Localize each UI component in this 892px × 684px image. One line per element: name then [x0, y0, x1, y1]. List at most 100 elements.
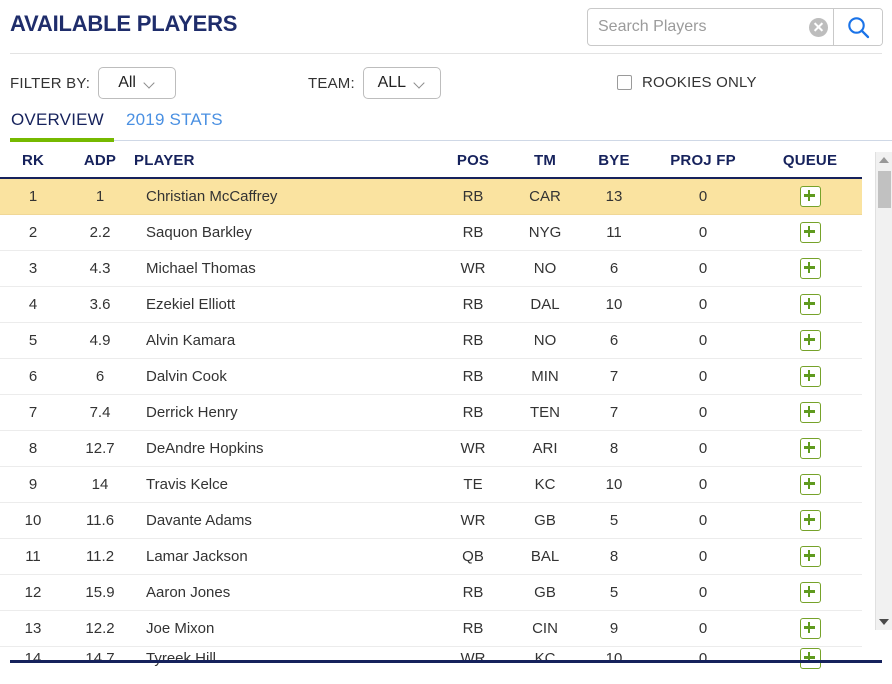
cell-bye: 10	[605, 650, 623, 667]
search-input[interactable]	[588, 9, 803, 45]
table-row[interactable]: 3 4.3 Michael Thomas WR NO 6 0	[0, 250, 862, 287]
cell-rk: 3	[0, 250, 66, 287]
search-icon	[847, 16, 869, 38]
table-scrollbar[interactable]	[875, 152, 892, 630]
cell-tm: TEN	[510, 394, 580, 431]
column-header-adp[interactable]: ADP	[66, 152, 134, 179]
table-row[interactable]: 5 4.9 Alvin Kamara RB NO 6 0	[0, 322, 862, 359]
add-to-queue-button[interactable]	[799, 546, 821, 567]
cell-adp: 7.4	[66, 394, 134, 431]
cell-queue	[758, 322, 862, 359]
add-to-queue-button[interactable]	[799, 294, 821, 315]
cell-queue	[758, 358, 862, 395]
add-to-queue-button[interactable]	[799, 618, 821, 639]
cell-pos: RB	[436, 178, 510, 215]
cell-rk: 10	[0, 502, 66, 539]
cell-adp: 1	[66, 178, 134, 215]
active-tab-indicator	[10, 138, 114, 142]
tab-bar: OVERVIEW 2019 STATS	[0, 110, 892, 148]
cell-tm: GB	[510, 502, 580, 539]
cell-queue	[758, 466, 862, 503]
column-header-bye[interactable]: BYE	[580, 152, 648, 179]
cell-player: Lamar Jackson	[134, 538, 436, 575]
page-header: AVAILABLE PLAYERS	[0, 0, 892, 54]
add-to-queue-button[interactable]	[799, 330, 821, 351]
column-header-player[interactable]: PLAYER	[134, 152, 436, 179]
cell-pos: WR	[436, 430, 510, 467]
filter-by-group: FILTER BY: All	[10, 67, 177, 99]
cell-bye: 10	[580, 286, 648, 323]
table-row[interactable]: 4 3.6 Ezekiel Elliott RB DAL 10 0	[0, 286, 862, 323]
cell-adp: 6	[66, 358, 134, 395]
add-to-queue-button[interactable]	[799, 648, 821, 669]
cell-adp: 14	[66, 466, 134, 503]
rookies-only-toggle[interactable]: ROOKIES ONLY	[617, 74, 757, 91]
table-row[interactable]: 7 7.4 Derrick Henry RB TEN 7 0	[0, 394, 862, 431]
cell-tm: BAL	[510, 538, 580, 575]
table-row[interactable]: 8 12.7 DeAndre Hopkins WR ARI 8 0	[0, 430, 862, 467]
rookies-only-checkbox[interactable]	[617, 75, 632, 90]
add-to-queue-button[interactable]	[799, 438, 821, 459]
filter-by-select[interactable]: All	[98, 67, 177, 99]
clear-search-icon[interactable]	[803, 9, 833, 45]
add-to-queue-button[interactable]	[799, 582, 821, 603]
filter-by-label: FILTER BY:	[10, 74, 91, 92]
cell-player: Saquon Barkley	[134, 214, 436, 251]
scrollbar-thumb[interactable]	[878, 171, 891, 208]
add-to-queue-button[interactable]	[799, 474, 821, 495]
cell-adp: 15.9	[66, 574, 134, 611]
cell-proj-fp: 0	[648, 358, 758, 395]
cell-adp: 14.7	[85, 650, 115, 667]
available-players-table: RK ADP PLAYER POS TM BYE PROJ FP QUEUE 1…	[0, 152, 862, 670]
search-box[interactable]	[587, 8, 883, 46]
search-button[interactable]	[833, 9, 882, 45]
cell-rk: 5	[0, 322, 66, 359]
table-row[interactable]: 12 15.9 Aaron Jones RB GB 5 0	[0, 574, 862, 611]
column-header-queue[interactable]: QUEUE	[758, 152, 862, 179]
tab-overview[interactable]: OVERVIEW	[11, 110, 104, 130]
scroll-down-arrow-icon[interactable]	[876, 614, 892, 630]
cell-bye: 8	[580, 538, 648, 575]
cell-proj-fp: 0	[648, 538, 758, 575]
scroll-up-arrow-icon[interactable]	[876, 152, 892, 168]
cell-queue	[758, 394, 862, 431]
cell-bye: 10	[580, 466, 648, 503]
cell-proj-fp: 0	[698, 650, 708, 667]
cell-player: Ezekiel Elliott	[134, 286, 436, 323]
cell-pos: RB	[436, 574, 510, 611]
table-row[interactable]: 14 14.7 Tyreek Hill WR KC 10 0	[0, 647, 862, 671]
table-row[interactable]: 10 11.6 Davante Adams WR GB 5 0	[0, 502, 862, 539]
add-to-queue-button[interactable]	[799, 402, 821, 423]
table-row[interactable]: 9 14 Travis Kelce TE KC 10 0	[0, 466, 862, 503]
cell-tm: MIN	[510, 358, 580, 395]
team-select[interactable]: ALL	[362, 67, 441, 99]
cell-tm: DAL	[510, 286, 580, 323]
cell-player: DeAndre Hopkins	[134, 430, 436, 467]
cell-adp: 12.7	[66, 430, 134, 467]
add-to-queue-button[interactable]	[799, 222, 821, 243]
cell-rk: 1	[0, 178, 66, 215]
table-row[interactable]: 13 12.2 Joe Mixon RB CIN 9 0	[0, 610, 862, 647]
table-row[interactable]: 11 11.2 Lamar Jackson QB BAL 8 0	[0, 538, 862, 575]
add-to-queue-button[interactable]	[799, 258, 821, 279]
cell-bye: 7	[580, 394, 648, 431]
column-header-tm[interactable]: TM	[510, 152, 580, 179]
cell-queue	[758, 286, 862, 323]
add-to-queue-button[interactable]	[799, 186, 821, 207]
table-row[interactable]: 2 2.2 Saquon Barkley RB NYG 11 0	[0, 214, 862, 251]
cell-rk: 12	[0, 574, 66, 611]
add-to-queue-button[interactable]	[799, 510, 821, 531]
cell-rk: 8	[0, 430, 66, 467]
cell-tm: ARI	[510, 430, 580, 467]
add-to-queue-button[interactable]	[799, 366, 821, 387]
table-row[interactable]: 1 1 Christian McCaffrey RB CAR 13 0	[0, 178, 862, 215]
column-header-pos[interactable]: POS	[436, 152, 510, 179]
column-header-proj-fp[interactable]: PROJ FP	[648, 152, 758, 179]
table-row[interactable]: 6 6 Dalvin Cook RB MIN 7 0	[0, 358, 862, 395]
cell-player: Michael Thomas	[134, 250, 436, 287]
cell-rk: 7	[0, 394, 66, 431]
cell-proj-fp: 0	[648, 322, 758, 359]
column-header-rk[interactable]: RK	[0, 152, 66, 179]
tab-2019-stats[interactable]: 2019 STATS	[126, 110, 223, 130]
cell-proj-fp: 0	[648, 574, 758, 611]
